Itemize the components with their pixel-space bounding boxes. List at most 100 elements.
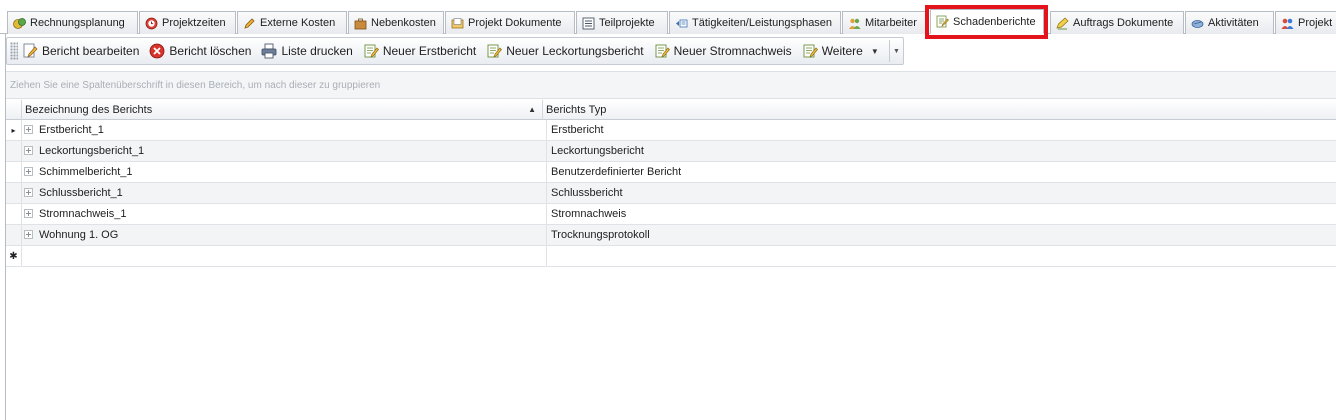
row-indicator: [6, 162, 22, 183]
report-type-cell[interactable]: Erstbericht: [546, 120, 1326, 141]
row-indicator: [6, 225, 22, 246]
new-leak-report-button[interactable]: Neuer Leckortungsbericht: [482, 40, 647, 62]
row-indicator: [6, 183, 22, 204]
tab-rechnungsplanung[interactable]: Rechnungsplanung: [7, 11, 138, 34]
delete-report-label: Bericht löschen: [169, 44, 252, 58]
tab-schadenberichte[interactable]: Schadenberichte: [930, 9, 1044, 34]
tab-aktivitaeten[interactable]: Aktivitäten: [1185, 11, 1274, 34]
column-header-label: Bezeichnung des Berichts: [25, 104, 153, 116]
activity-icon: [1191, 19, 1204, 28]
table-row[interactable]: Schlussbericht_1 Schlussbericht: [6, 183, 1336, 204]
toolbar: Bericht bearbeiten Bericht löschen Liste…: [6, 37, 904, 65]
column-header-name[interactable]: Bezeichnung des Berichts ▲: [22, 100, 543, 120]
report-name-cell[interactable]: Schimmelbericht_1: [39, 162, 542, 183]
table-row[interactable]: Wohnung 1. OG Trocknungsprotokoll: [6, 225, 1336, 246]
table-row[interactable]: ▸ Erstbericht_1 Erstbericht: [6, 120, 1336, 141]
tab-label: Aktivitäten: [1208, 17, 1259, 29]
new-power-report-label: Neuer Stromnachweis: [673, 44, 792, 58]
new-row-name-cell[interactable]: [39, 246, 542, 267]
tab-projekt-dokumente[interactable]: Projekt Dokumente: [445, 11, 575, 34]
tab-label: Rechnungsplanung: [30, 17, 125, 29]
chevron-down-icon: ▼: [870, 46, 879, 56]
document-edit-icon: [1056, 17, 1069, 29]
new-row-indicator-icon: ✱: [6, 246, 22, 267]
new-first-report-button[interactable]: Neuer Erstbericht: [359, 40, 480, 62]
tab-label: Mitarbeiter: [865, 17, 917, 29]
tab-label: Projektzeiten: [162, 17, 226, 29]
table-row[interactable]: Schimmelbericht_1 Benutzerdefinierter Be…: [6, 162, 1336, 183]
report-name-cell[interactable]: Leckortungsbericht_1: [39, 141, 542, 162]
edit-document-icon: [23, 43, 38, 58]
edit-report-button[interactable]: Bericht bearbeiten: [18, 40, 143, 62]
report-name-cell[interactable]: Wohnung 1. OG: [39, 225, 542, 246]
tab-label: Auftrags Dokumente: [1073, 17, 1174, 29]
expand-icon[interactable]: [24, 125, 33, 134]
expand-icon[interactable]: [24, 188, 33, 197]
report-type-cell[interactable]: Trocknungsprotokoll: [546, 225, 1326, 246]
briefcase-icon: [354, 18, 367, 29]
new-row-type-cell[interactable]: [546, 246, 1326, 267]
tab-label: Schadenberichte: [953, 15, 1036, 28]
report-type-cell[interactable]: Benutzerdefinierter Bericht: [546, 162, 1326, 183]
more-label: Weitere: [821, 44, 863, 58]
row-indicator: [6, 141, 22, 162]
tab-auftrags-dokumente[interactable]: Auftrags Dokumente: [1050, 11, 1184, 34]
money-icon: [13, 17, 26, 29]
group-by-panel[interactable]: Ziehen Sie eine Spaltenüberschrift in di…: [6, 71, 1336, 99]
expand-icon[interactable]: [24, 209, 33, 218]
report-type-cell[interactable]: Leckortungsbericht: [546, 141, 1326, 162]
tab-label: Nebenkosten: [371, 17, 436, 29]
list-icon: [582, 17, 595, 29]
tab-projektzeiten[interactable]: Projektzeiten: [139, 11, 236, 34]
print-list-button[interactable]: Liste drucken: [257, 40, 356, 62]
table-row[interactable]: Leckortungsbericht_1 Leckortungsbericht: [6, 141, 1336, 162]
current-row-indicator-icon: ▸: [6, 120, 22, 141]
group-by-hint: Ziehen Sie eine Spaltenüberschrift in di…: [10, 80, 381, 91]
report-name-cell[interactable]: Schlussbericht_1: [39, 183, 542, 204]
tab-projekt[interactable]: Projekt: [1275, 11, 1336, 34]
phases-icon: [676, 19, 688, 27]
report-edit-icon: [936, 15, 949, 28]
new-leak-report-label: Neuer Leckortungsbericht: [506, 44, 644, 58]
report-panel: Bericht bearbeiten Bericht löschen Liste…: [5, 34, 1336, 420]
tab-taetigkeiten-leistungsphasen[interactable]: Tätigkeiten/Leistungsphasen: [669, 11, 841, 34]
new-report-icon: [364, 44, 379, 58]
toolbar-grip-handle[interactable]: [10, 42, 18, 60]
toolbar-overflow-button[interactable]: ▼: [889, 40, 903, 62]
new-row[interactable]: ✱: [6, 246, 1336, 267]
row-indicator-header: [6, 100, 22, 120]
tab-label: Teilprojekte: [599, 17, 655, 29]
expand-icon[interactable]: [24, 167, 33, 176]
tab-label: Tätigkeiten/Leistungsphasen: [692, 17, 833, 29]
column-header-label: Berichts Typ: [546, 104, 607, 116]
delete-icon: [150, 43, 165, 59]
new-report-icon: [487, 44, 503, 58]
tab-nebenkosten[interactable]: Nebenkosten: [348, 11, 444, 34]
row-indicator: [6, 204, 22, 225]
tab-label: Projekt: [1298, 17, 1333, 29]
tab-mitarbeiter[interactable]: Mitarbeiter: [842, 11, 929, 34]
chevron-down-icon: ▼: [893, 47, 900, 55]
tab-externe-kosten[interactable]: Externe Kosten: [237, 11, 347, 34]
edit-report-label: Bericht bearbeiten: [42, 44, 140, 58]
tab-teilprojekte[interactable]: Teilprojekte: [576, 11, 668, 34]
report-type-cell[interactable]: Schlussbericht: [546, 183, 1326, 204]
report-name-cell[interactable]: Stromnachweis_1: [39, 204, 542, 225]
column-header-type[interactable]: Berichts Typ: [543, 100, 1336, 120]
table-row[interactable]: Stromnachweis_1 Stromnachweis: [6, 204, 1336, 225]
reports-grid: Bezeichnung des Berichts ▲ Berichts Typ …: [6, 100, 1336, 267]
report-type-cell[interactable]: Stromnachweis: [546, 204, 1326, 225]
new-power-report-button[interactable]: Neuer Stromnachweis: [650, 40, 796, 62]
document-folder-icon: [451, 17, 464, 28]
tab-label: Projekt Dokumente: [468, 17, 562, 29]
new-report-icon: [655, 44, 670, 58]
tab-label: Externe Kosten: [260, 17, 336, 29]
delete-report-button[interactable]: Bericht löschen: [145, 40, 255, 62]
expand-icon[interactable]: [24, 146, 33, 155]
expand-icon[interactable]: [24, 230, 33, 239]
printer-icon: [262, 43, 277, 59]
more-dropdown-button[interactable]: Weitere ▼: [798, 40, 883, 62]
new-report-icon: [803, 44, 818, 58]
clock-icon: [145, 17, 158, 29]
report-name-cell[interactable]: Erstbericht_1: [39, 120, 542, 141]
